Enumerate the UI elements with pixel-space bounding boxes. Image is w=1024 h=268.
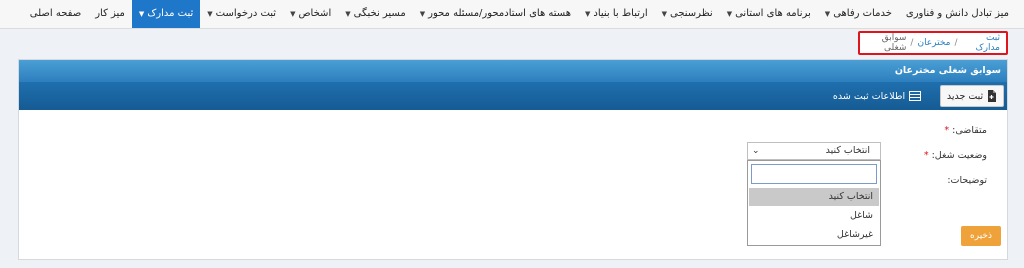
menu-item-knowledge-exchange[interactable]: میز تبادل دانش و فناوری bbox=[899, 0, 1016, 28]
file-add-icon bbox=[988, 90, 997, 102]
option-select[interactable]: انتخاب کنید bbox=[749, 188, 879, 206]
menu-item-desk[interactable]: میز کار bbox=[88, 0, 132, 28]
breadcrumb-separator: / bbox=[954, 38, 958, 48]
required-mark: * bbox=[944, 125, 950, 136]
menu-item-home[interactable]: صفحه اصلی bbox=[23, 0, 88, 28]
dropdown-search-input[interactable] bbox=[751, 164, 877, 184]
job-status-dropdown: انتخاب کنید شاغل غیرشاغل bbox=[747, 160, 881, 246]
caret-down-icon: ▼ bbox=[824, 10, 831, 18]
job-history-panel: سوابق شغلی مخترعان ثبت جدید اطلاعات ثبت … bbox=[18, 59, 1008, 260]
chevron-down-icon: ⌄ bbox=[752, 146, 760, 156]
caret-down-icon: ▼ bbox=[138, 10, 145, 18]
new-record-button[interactable]: ثبت جدید bbox=[940, 85, 1004, 107]
menu-item-elite-path[interactable]: مسیر نخبگی▼ bbox=[338, 0, 413, 28]
panel-title: سوابق شغلی مخترعان bbox=[19, 60, 1007, 82]
description-label: توضیحات: bbox=[947, 175, 987, 186]
menu-item-provincial-programs[interactable]: برنامه های استانی▼ bbox=[720, 0, 818, 28]
required-mark: * bbox=[923, 150, 929, 161]
menu-item-contact-foundation[interactable]: ارتباط با بنیاد▼ bbox=[578, 0, 655, 28]
main-menu: صفحه اصلی میز کار ثبت مدارک▼ ثبت درخواست… bbox=[23, 0, 1016, 28]
caret-down-icon: ▼ bbox=[419, 10, 426, 18]
job-status-select[interactable]: انتخاب کنید ⌄ bbox=[747, 142, 881, 160]
caret-down-icon: ▼ bbox=[726, 10, 733, 18]
breadcrumb-current: سوابق شغلی bbox=[881, 33, 907, 53]
panel-toolbar: ثبت جدید اطلاعات ثبت شده bbox=[19, 82, 1007, 110]
breadcrumb-separator: / bbox=[910, 38, 914, 48]
caret-down-icon: ▼ bbox=[661, 10, 667, 18]
applicant-label: متقاضی: * bbox=[944, 125, 987, 136]
option-unemployed[interactable]: غیرشاغل bbox=[749, 226, 879, 244]
breadcrumb-link-inventors[interactable]: مخترعان bbox=[917, 38, 950, 48]
list-icon bbox=[909, 91, 922, 101]
save-button[interactable]: ذخیره bbox=[961, 226, 1001, 246]
breadcrumb-link-register-documents[interactable]: ثبت مدارک bbox=[962, 33, 1000, 53]
menu-item-survey[interactable]: نظرسنجی▼ bbox=[655, 0, 720, 28]
caret-down-icon: ▼ bbox=[585, 10, 591, 18]
registered-info-button[interactable]: اطلاعات ثبت شده bbox=[827, 85, 927, 107]
job-status-label: وضعیت شغل: * bbox=[923, 150, 987, 161]
breadcrumb: ثبت مدارک / مخترعان / سوابق شغلی bbox=[858, 31, 1008, 55]
top-navigation-bar: صفحه اصلی میز کار ثبت مدارک▼ ثبت درخواست… bbox=[0, 0, 1024, 29]
menu-item-persons[interactable]: اشخاص▼ bbox=[283, 0, 338, 28]
menu-item-register-documents[interactable]: ثبت مدارک▼ bbox=[131, 0, 201, 28]
option-employed[interactable]: شاغل bbox=[749, 207, 879, 225]
caret-down-icon: ▼ bbox=[290, 10, 296, 18]
menu-item-welfare-services[interactable]: خدمات رفاهی▼ bbox=[818, 0, 899, 28]
menu-item-cores[interactable]: هسته های استادمحور/مسئله محور▼ bbox=[413, 0, 578, 28]
caret-down-icon: ▼ bbox=[207, 10, 213, 18]
caret-down-icon: ▼ bbox=[345, 10, 351, 18]
menu-item-submit-request[interactable]: ثبت درخواست▼ bbox=[200, 0, 283, 28]
